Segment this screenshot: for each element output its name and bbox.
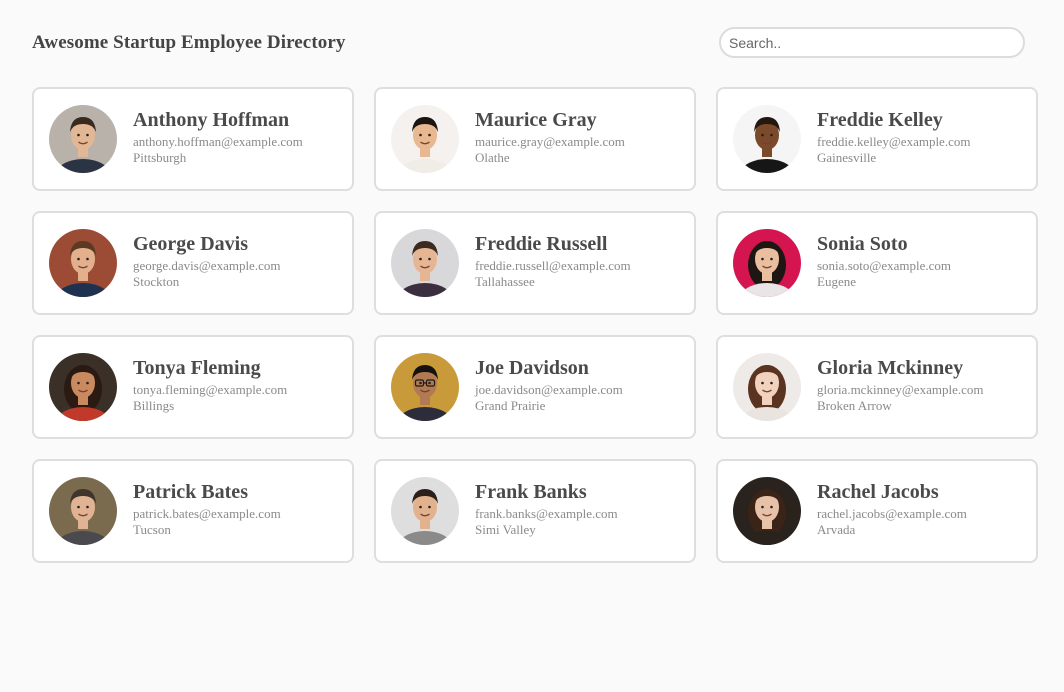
employee-grid: Anthony Hoffman anthony.hoffman@example.… xyxy=(32,87,1039,563)
directory-page: Awesome Startup Employee Directory Antho… xyxy=(32,0,1039,563)
employee-email: sonia.soto@example.com xyxy=(817,258,951,273)
avatar xyxy=(391,229,459,297)
avatar xyxy=(49,229,117,297)
avatar-photo xyxy=(733,105,801,173)
employee-email: gloria.mckinney@example.com xyxy=(817,382,984,397)
employee-email: tonya.fleming@example.com xyxy=(133,382,288,397)
avatar-photo xyxy=(733,353,801,421)
employee-card[interactable]: Joe Davidson joe.davidson@example.com Gr… xyxy=(374,335,696,439)
employee-card[interactable]: Patrick Bates patrick.bates@example.com … xyxy=(32,459,354,563)
employee-name: Frank Banks xyxy=(475,481,587,503)
employee-city: Broken Arrow xyxy=(817,398,892,413)
employee-name: Sonia Soto xyxy=(817,233,908,255)
avatar xyxy=(49,105,117,173)
avatar-photo xyxy=(49,105,117,173)
employee-city: Eugene xyxy=(817,274,856,289)
employee-name: Anthony Hoffman xyxy=(133,109,290,131)
employee-card[interactable]: Anthony Hoffman anthony.hoffman@example.… xyxy=(32,87,354,191)
employee-card[interactable]: Maurice Gray maurice.gray@example.com Ol… xyxy=(374,87,696,191)
employee-card[interactable]: Freddie Kelley freddie.kelley@example.co… xyxy=(716,87,1038,191)
avatar xyxy=(733,477,801,545)
employee-card[interactable]: Sonia Soto sonia.soto@example.com Eugene xyxy=(716,211,1038,315)
employee-card[interactable]: Tonya Fleming tonya.fleming@example.com … xyxy=(32,335,354,439)
avatar-photo xyxy=(391,477,459,545)
avatar xyxy=(391,353,459,421)
search-input[interactable] xyxy=(719,27,1025,58)
employee-name: Maurice Gray xyxy=(475,109,597,131)
employee-name: George Davis xyxy=(133,233,248,255)
employee-email: joe.davidson@example.com xyxy=(475,382,623,397)
employee-city: Olathe xyxy=(475,150,510,165)
avatar-photo xyxy=(391,353,459,421)
employee-card[interactable]: Frank Banks frank.banks@example.com Simi… xyxy=(374,459,696,563)
avatar-photo xyxy=(49,229,117,297)
employee-card[interactable]: Rachel Jacobs rachel.jacobs@example.com … xyxy=(716,459,1038,563)
employee-city: Simi Valley xyxy=(475,522,536,537)
avatar-photo xyxy=(391,229,459,297)
employee-city: Billings xyxy=(133,398,175,413)
employee-email: george.davis@example.com xyxy=(133,258,281,273)
employee-name: Joe Davidson xyxy=(475,357,589,379)
employee-city: Grand Prairie xyxy=(475,398,546,413)
employee-card[interactable]: Gloria Mckinney gloria.mckinney@example.… xyxy=(716,335,1038,439)
employee-name: Freddie Kelley xyxy=(817,109,943,131)
employee-name: Patrick Bates xyxy=(133,481,248,503)
employee-city: Tallahassee xyxy=(475,274,535,289)
avatar xyxy=(391,477,459,545)
avatar-photo xyxy=(49,353,117,421)
employee-card[interactable]: Freddie Russell freddie.russell@example.… xyxy=(374,211,696,315)
employee-email: patrick.bates@example.com xyxy=(133,506,281,521)
avatar xyxy=(49,477,117,545)
employee-city: Pittsburgh xyxy=(133,150,187,165)
avatar-photo xyxy=(49,477,117,545)
avatar xyxy=(391,105,459,173)
employee-name: Tonya Fleming xyxy=(133,357,261,379)
employee-city: Stockton xyxy=(133,274,180,289)
avatar xyxy=(49,353,117,421)
avatar xyxy=(733,105,801,173)
page-title: Awesome Startup Employee Directory xyxy=(32,32,346,53)
avatar xyxy=(733,229,801,297)
avatar-photo xyxy=(391,105,459,173)
employee-name: Freddie Russell xyxy=(475,233,608,255)
employee-email: rachel.jacobs@example.com xyxy=(817,506,967,521)
employee-city: Tucson xyxy=(133,522,171,537)
header: Awesome Startup Employee Directory xyxy=(32,0,1039,87)
avatar-photo xyxy=(733,229,801,297)
employee-email: freddie.kelley@example.com xyxy=(817,134,971,149)
employee-name: Gloria Mckinney xyxy=(817,357,964,379)
avatar xyxy=(733,353,801,421)
employee-name: Rachel Jacobs xyxy=(817,481,939,503)
employee-city: Arvada xyxy=(817,522,856,537)
employee-city: Gainesville xyxy=(817,150,877,165)
employee-card[interactable]: George Davis george.davis@example.com St… xyxy=(32,211,354,315)
avatar-photo xyxy=(733,477,801,545)
employee-email: freddie.russell@example.com xyxy=(475,258,631,273)
employee-email: maurice.gray@example.com xyxy=(475,134,625,149)
employee-email: frank.banks@example.com xyxy=(475,506,618,521)
employee-email: anthony.hoffman@example.com xyxy=(133,134,303,149)
